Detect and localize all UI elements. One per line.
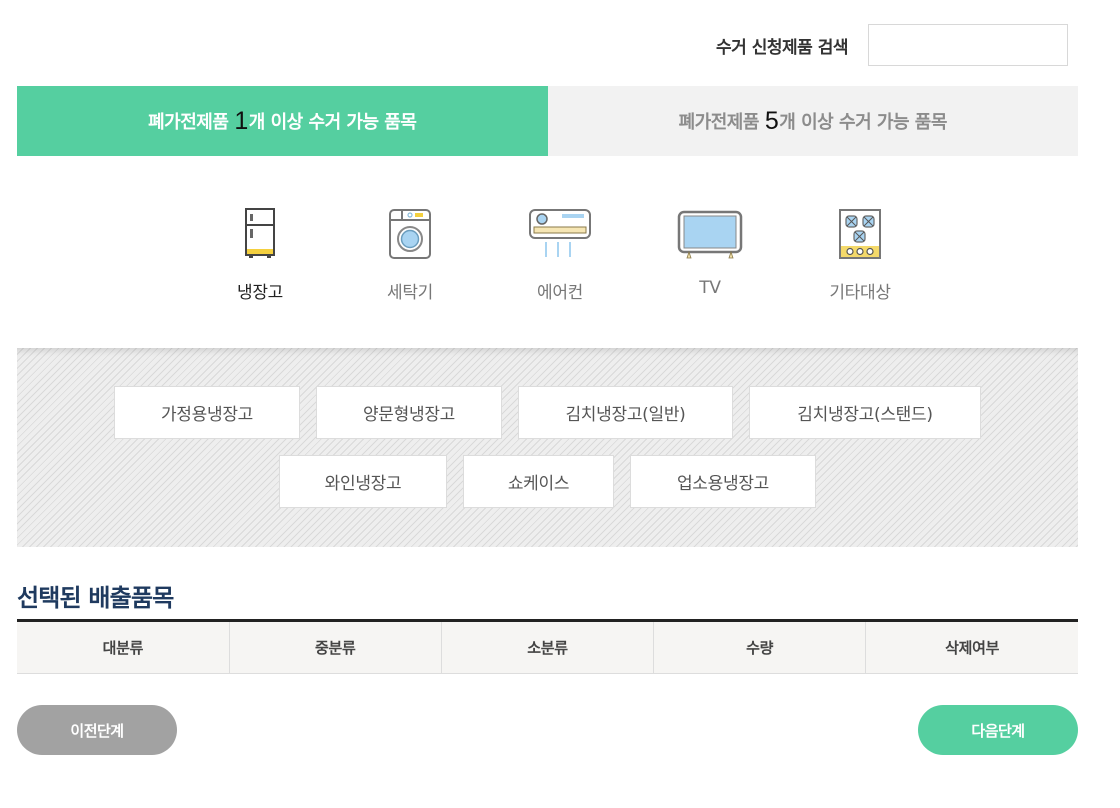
air-conditioner-icon: [528, 200, 592, 260]
category-refrigerator[interactable]: 냉장고: [185, 200, 335, 307]
tab-1-or-more[interactable]: 폐가전제품 1 개 이상 수거 가능 품목: [17, 86, 548, 156]
subcategory-row: 와인냉장고 쇼케이스 업소용냉장고: [17, 455, 1078, 508]
column-header-middle: 중분류: [228, 620, 442, 674]
search-row: 수거 신청제품 검색: [0, 24, 1068, 66]
subcategory-button[interactable]: 업소용냉장고: [630, 455, 816, 508]
subcategory-button[interactable]: 쇼케이스: [463, 455, 614, 508]
category-label: 냉장고: [230, 278, 290, 307]
column-header-quantity: 수량: [653, 620, 866, 674]
washing-machine-icon: [388, 200, 432, 260]
subcategory-button[interactable]: 양문형냉장고: [316, 386, 502, 439]
subcategory-button[interactable]: 김치냉장고(스탠드): [749, 386, 981, 439]
category-label: 기타대상: [829, 283, 891, 303]
category-list: 냉장고 세탁기 에어컨 TV 기타대상: [0, 200, 1120, 307]
previous-step-button[interactable]: 이전단계: [17, 705, 177, 755]
category-label: 세탁기: [386, 283, 434, 303]
table-header-row: 대분류 중분류 소분류 수량 삭제여부: [17, 620, 1078, 674]
column-header-delete: 삭제여부: [865, 620, 1078, 674]
tab-bar: 폐가전제품 1 개 이상 수거 가능 품목 폐가전제품 5 개 이상 수거 가능…: [17, 86, 1078, 156]
category-air-conditioner[interactable]: 에어컨: [485, 200, 635, 303]
category-tv[interactable]: TV: [635, 200, 785, 303]
tab-count: 1: [234, 106, 248, 135]
next-step-button[interactable]: 다음단계: [918, 705, 1078, 755]
page: 수거 신청제품 검색 폐가전제품 1 개 이상 수거 가능 품목 폐가전제품 5…: [0, 0, 1120, 808]
subcategory-button[interactable]: 가정용냉장고: [114, 386, 300, 439]
column-header-minor: 소분류: [440, 620, 654, 674]
search-input[interactable]: [868, 24, 1068, 66]
tab-count: 5: [764, 106, 779, 135]
tv-icon: [677, 200, 743, 260]
column-header-major: 대분류: [17, 620, 230, 674]
subcategory-button[interactable]: 김치냉장고(일반): [518, 386, 733, 439]
selected-items-title: 선택된 배출품목: [17, 584, 174, 612]
subcategory-panel: 가정용냉장고 양문형냉장고 김치냉장고(일반) 김치냉장고(스탠드) 와인냉장고…: [17, 348, 1078, 547]
category-washing-machine[interactable]: 세탁기: [335, 200, 485, 303]
category-label: TV: [699, 278, 721, 298]
category-label: 에어컨: [536, 283, 584, 303]
category-others[interactable]: 기타대상: [785, 200, 935, 303]
tab-suffix: 개 이상 수거 가능 품목: [779, 112, 947, 133]
gas-stove-icon: [838, 200, 882, 260]
tab-suffix: 개 이상 수거 가능 품목: [248, 112, 417, 133]
tab-prefix: 폐가전제품: [148, 112, 229, 133]
search-label: 수거 신청제품 검색: [716, 37, 848, 58]
tab-5-or-more[interactable]: 폐가전제품 5 개 이상 수거 가능 품목: [547, 86, 1078, 156]
tab-prefix: 폐가전제품: [678, 112, 760, 133]
selected-items-table: 대분류 중분류 소분류 수량 삭제여부: [17, 619, 1078, 674]
subcategory-button[interactable]: 와인냉장고: [279, 455, 447, 508]
subcategory-row: 가정용냉장고 양문형냉장고 김치냉장고(일반) 김치냉장고(스탠드): [17, 386, 1078, 439]
refrigerator-icon: [244, 200, 276, 260]
